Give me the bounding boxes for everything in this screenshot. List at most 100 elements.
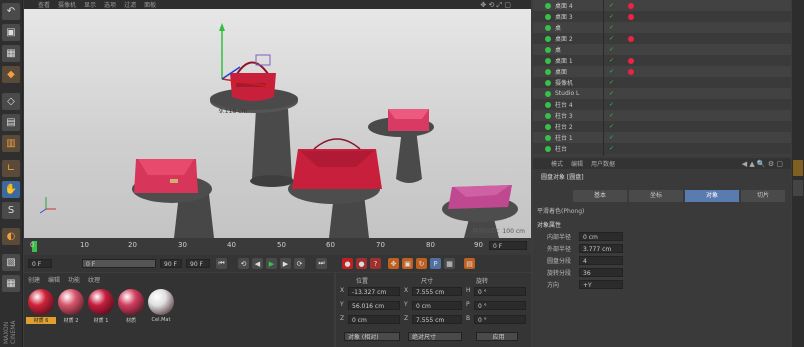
enabled-check-icon[interactable]: ✓ [609,112,614,119]
object-row[interactable]: 桌面 2 ✓ [533,33,791,44]
rotation-field[interactable]: 0 ° [474,315,526,324]
enabled-check-icon[interactable]: ✓ [609,24,614,31]
checker-icon[interactable]: ▦ [2,45,20,62]
magnet-icon[interactable]: ◐ [2,228,20,245]
visibility-icon[interactable] [545,134,551,141]
attribute-menu-item[interactable]: 编辑 [571,159,583,168]
timeline-window-icon[interactable]: ▤ [464,258,475,269]
position-field[interactable]: 56.016 cm [348,301,400,310]
param-key-icon[interactable]: P [430,258,441,269]
point-icon[interactable]: ▤ [2,114,20,131]
visibility-icon[interactable] [545,35,551,42]
object-row[interactable]: Studio L ✓ [533,88,791,99]
viewport-menu-item[interactable]: 显示 [84,0,96,9]
phong-tag[interactable]: 平滑着色(Phong) [537,206,584,215]
enabled-check-icon[interactable]: ✓ [609,145,614,152]
enabled-check-icon[interactable]: ✓ [609,101,614,108]
position-field[interactable]: -13.327 cm [348,287,400,296]
object-row[interactable]: 柱台 4 ✓ [533,99,791,110]
3d-viewport[interactable]: 查看 摄像机 显示 选项 过滤 面板 ✥ ⟲ ⤢ ▢ 9.118 cm 网格间距… [24,0,531,238]
visibility-icon[interactable] [545,145,551,152]
material-menu-item[interactable]: 编辑 [48,275,60,284]
undo-icon[interactable]: ↶ [2,3,20,20]
size-mode-select[interactable]: 绝对尺寸 [408,332,462,341]
snap-icon[interactable]: ✋ [2,181,20,198]
viewport-menu-item[interactable]: 摄像机 [58,0,76,9]
prev-key-icon[interactable]: ⟲ [238,258,249,269]
object-row[interactable]: 柱台 ✓ [533,143,791,154]
enabled-check-icon[interactable]: ✓ [609,13,614,20]
edge-icon[interactable]: ◇ [2,93,20,110]
apply-button[interactable]: 应用 [476,332,518,341]
sculpt-icon[interactable]: S [2,202,20,219]
tab-slice[interactable]: 切片 [741,190,785,202]
preview-end-field[interactable]: 90 F [160,259,182,268]
material-menu-item[interactable]: 纹理 [88,275,100,284]
grid-icon[interactable]: ▦ [2,275,20,292]
timeline[interactable]: 0 10 20 30 40 50 60 70 80 90 0 F [24,238,531,255]
material-tag-icon[interactable] [628,68,635,75]
viewport-menu-item[interactable]: 过滤 [124,0,136,9]
rotation-field[interactable]: 0 ° [474,301,526,310]
material-swatch[interactable] [118,289,144,315]
viewport-menu-item[interactable]: 面板 [144,0,156,9]
visibility-icon[interactable] [545,13,551,20]
enabled-check-icon[interactable]: ✓ [609,123,614,130]
go-end-icon[interactable]: ⏭ [316,258,327,269]
attribute-menu-item[interactable]: 用户数据 [591,159,615,168]
material-tag-icon[interactable] [628,35,635,42]
position-field[interactable]: 0 cm [348,315,400,324]
material-swatch[interactable] [58,289,84,315]
viewport-menu-item[interactable]: 查看 [38,0,50,9]
next-key-icon[interactable]: ⟳ [294,258,305,269]
property-field[interactable]: +Y [579,280,623,289]
end-frame-field[interactable]: 90 F [186,259,210,268]
object-row[interactable]: 桌 ✓ [533,44,791,55]
pla-key-icon[interactable]: ▦ [444,258,455,269]
object-row[interactable]: 柱台 1 ✓ [533,132,791,143]
enabled-check-icon[interactable]: ✓ [609,35,614,42]
property-field[interactable]: 3.777 cm [579,244,623,253]
property-field[interactable]: 36 [579,268,623,277]
go-start-icon[interactable]: ⏮ [216,258,227,269]
visibility-icon[interactable] [545,101,551,108]
property-field[interactable]: 4 [579,256,623,265]
keyframe-sel-icon[interactable]: ? [370,258,381,269]
object-row[interactable]: 桌面 ✓ [533,66,791,77]
object-row[interactable]: 桌 ✓ [533,22,791,33]
object-row[interactable]: 桌面 4 ✓ [533,0,791,11]
enabled-check-icon[interactable]: ✓ [609,90,614,97]
visibility-icon[interactable] [545,112,551,119]
material-swatch[interactable] [28,289,54,315]
tab-basic[interactable]: 基本 [573,190,627,202]
size-field[interactable]: 7.555 cm [412,287,462,296]
material-menu-item[interactable]: 功能 [68,275,80,284]
start-frame-field[interactable]: 0 F [28,259,52,268]
pos-key-icon[interactable]: ✥ [388,258,399,269]
visibility-icon[interactable] [545,79,551,86]
visibility-icon[interactable] [545,90,551,97]
rotation-field[interactable]: 0 ° [474,287,526,296]
enabled-check-icon[interactable]: ✓ [609,134,614,141]
polygon-icon[interactable]: ◆ [2,66,20,83]
prev-frame-icon[interactable]: ◀ [252,258,263,269]
object-row[interactable]: 摄像机 ✓ [533,77,791,88]
preview-range-slider[interactable]: 0 F [82,259,156,268]
object-row[interactable]: 桌面 3 ✓ [533,11,791,22]
coord-mode-select[interactable]: 对象 (相对) [344,332,400,341]
play-icon[interactable]: ▶ [266,258,277,269]
side-tab-icon[interactable] [793,160,803,176]
enabled-check-icon[interactable]: ✓ [609,79,614,86]
enabled-check-icon[interactable]: ✓ [609,57,614,64]
material-tag-icon[interactable] [628,57,635,64]
record-icon[interactable]: ● [342,258,353,269]
size-field[interactable]: 0 cm [412,301,462,310]
side-tab-icon[interactable] [793,180,803,196]
rot-key-icon[interactable]: ↻ [416,258,427,269]
visibility-icon[interactable] [545,123,551,130]
layer-icon[interactable]: ▧ [2,254,20,271]
material-swatch[interactable] [88,289,114,315]
object-row[interactable]: 柱台 2 ✓ [533,121,791,132]
visibility-icon[interactable] [545,46,551,53]
visibility-icon[interactable] [545,24,551,31]
